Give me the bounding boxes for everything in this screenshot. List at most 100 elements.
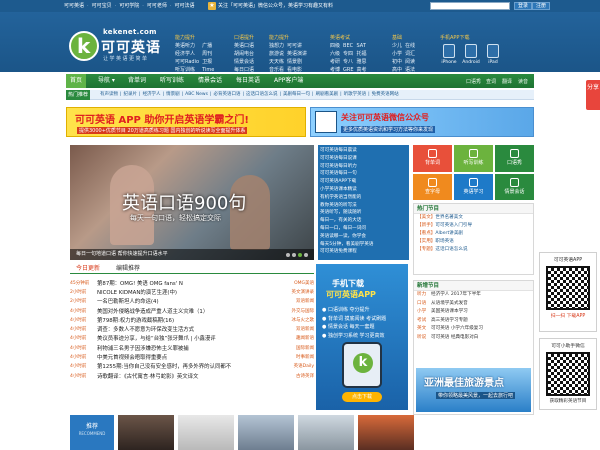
hot-link[interactable]: 有声读物 — [100, 92, 118, 98]
news-row[interactable]: 45分钟前 第87期：OMG! 美语 OMG fans' N OMG美语 — [70, 278, 314, 287]
recommend-thumb[interactable] — [238, 415, 294, 450]
news-category[interactable]: 冰与火之歌 — [276, 317, 315, 323]
android-download[interactable]: Android — [462, 44, 480, 65]
new-item[interactable]: 英文 可可英语 小学六年级复习 — [414, 325, 533, 334]
hot-link[interactable]: 经济学人 — [143, 92, 161, 98]
news-title[interactable]: NICOLE KIDMAN的演艺生涯(中) — [97, 288, 276, 296]
list-item[interactable]: 英语听写，随读随听 — [320, 209, 407, 217]
new-item[interactable]: 考试 高三英语学习专题 — [414, 317, 533, 326]
nav-link[interactable]: 六级 — [330, 50, 340, 58]
news-row[interactable]: 4小时前 中美元首视频会晤取得重要点 时事新闻 — [70, 352, 314, 361]
list-item[interactable]: 可可英语APP下载 — [320, 178, 407, 186]
nav-link[interactable]: 情景会话 — [234, 58, 254, 66]
top-search-input[interactable] — [430, 2, 510, 10]
nav-link[interactable]: Time — [202, 66, 214, 74]
tile-letters[interactable]: 查字母 — [413, 173, 452, 200]
news-category[interactable]: 外交与国际 — [276, 308, 315, 314]
recommend-thumb[interactable] — [118, 415, 174, 450]
tab-editor-pick[interactable]: 编辑推荐 — [116, 264, 140, 274]
list-item[interactable]: 可可英语每日听力 — [320, 163, 407, 171]
hot-item[interactable]: 【美文】世界名著美文 — [414, 214, 533, 222]
list-item[interactable]: 可可英语每日晨读 — [320, 147, 407, 155]
nav-link[interactable]: SAT — [357, 42, 367, 50]
hot-item[interactable]: 【专题】这话口语怎么说 — [414, 246, 533, 254]
nav-link[interactable]: 广播 — [202, 42, 214, 50]
nav-link[interactable]: 少儿 — [392, 42, 402, 50]
news-category[interactable]: 英文演讲录 — [276, 289, 315, 295]
wechat-promo-banner[interactable]: 关注可可英语微信公众号 更多优质英语资讯和学习方法等你来发现 — [310, 107, 534, 137]
new-item[interactable]: 小学 美国英语课本学习 — [414, 308, 533, 317]
nav-link[interactable]: 经济学人 — [175, 50, 199, 58]
top-link-baby[interactable]: 可可宝贝 — [92, 2, 112, 10]
list-item[interactable]: 可可英语每日一句 — [320, 170, 407, 178]
nav-link[interactable]: 词汇 — [405, 50, 415, 58]
news-row[interactable]: 4小时前 美国对外侵略战争造成严重人道主义灾难（1） 外交与国际 — [70, 306, 314, 315]
list-item[interactable]: 每日一，有关的大话 — [320, 217, 407, 225]
news-title[interactable]: 第1255期:当你自己没有安全感时，再多外界的认同都不 — [97, 362, 276, 370]
nav-link[interactable]: 可可讲 — [287, 42, 307, 50]
news-title[interactable]: 第798期:权力的游戏截稿期(16) — [97, 316, 276, 324]
tile-dialogue[interactable]: 情景会话 — [495, 173, 534, 200]
news-row[interactable]: 4小时前 第798期:权力的游戏截稿期(16) 冰与火之歌 — [70, 315, 314, 324]
slider-dot-active[interactable] — [298, 253, 302, 257]
nav-link[interactable]: 看电影 — [287, 66, 307, 74]
nav-link[interactable]: 雅思 — [357, 58, 367, 66]
recommend-thumb[interactable] — [298, 415, 354, 450]
news-category[interactable]: 古诗英译 — [276, 373, 314, 379]
nav-link[interactable]: 可可Radio — [175, 58, 199, 66]
nav-link[interactable]: 卫报 — [202, 58, 214, 66]
nav-link[interactable]: 音乐看 — [269, 66, 284, 74]
news-category[interactable]: 时事新闻 — [276, 354, 314, 360]
travel-ad-banner[interactable]: 亚洲最佳旅游景点 带你领略最美风景，一起去旅行吧 — [416, 368, 531, 412]
hot-link[interactable]: 必背英语口语 — [213, 92, 240, 98]
nav-link[interactable]: 托福 — [357, 50, 367, 58]
nav-link[interactable]: 英语口语 — [234, 42, 254, 50]
nav-link[interactable]: 初中 — [392, 58, 402, 66]
nav-right-pronounce[interactable]: 读音 — [518, 78, 528, 85]
nav-dictation[interactable]: 听写训练 — [160, 74, 184, 88]
list-item[interactable]: 每天5分钟，看美剧学英语 — [320, 241, 407, 249]
news-title[interactable]: 美议员事迹分享，与给“台独”张牙舞爪 | 小鑫漫评 — [97, 334, 276, 342]
news-row[interactable]: 4小时前 调查：多数人不愿意为环保改变生活方式 双语新闻 — [70, 324, 314, 333]
nav-link[interactable]: 英语听力 — [175, 42, 199, 50]
news-row[interactable]: 4小时前 利物浦三名男子因涉嫌恐怖主义罪被捕 国际新闻 — [70, 343, 314, 352]
news-category[interactable]: 双语新闻 — [276, 326, 314, 332]
nav-link[interactable]: 在线 — [405, 42, 415, 50]
register-button[interactable]: 注册 — [532, 2, 551, 10]
slider-dot[interactable] — [286, 253, 290, 257]
top-link-academy[interactable]: 可可学院 — [119, 2, 139, 10]
qr-caption[interactable]: 扫一扫 下载APP — [540, 312, 596, 319]
list-item[interactable]: 每日一口，每日一词问 — [320, 225, 407, 233]
news-title[interactable]: 一名巴勒斯坦人的命运(4) — [97, 297, 276, 305]
news-category[interactable]: 英语Daily — [276, 363, 314, 369]
recommend-thumb[interactable] — [358, 415, 414, 450]
login-button[interactable]: 登录 — [514, 2, 533, 10]
list-item[interactable]: 可可英语每日说课 — [320, 155, 407, 163]
hot-link[interactable]: 美剧每日一句 — [283, 92, 310, 98]
iphone-download[interactable]: iPhone — [440, 44, 458, 65]
ipad-download[interactable]: iPad — [484, 44, 502, 65]
news-row[interactable]: 4小时前 第1255期:当你自己没有安全感时，再多外界的认同都不 英语Daily — [70, 362, 314, 371]
slider-caption[interactable]: 每日一句地道口语 帮你快速提升口语水平 — [70, 249, 314, 260]
nav-link[interactable]: 专八 — [343, 58, 354, 66]
nav-link[interactable]: 考研 — [330, 58, 340, 66]
nav-guide[interactable]: 导航 ▾ — [98, 74, 115, 88]
tile-vocab[interactable]: 背单词 — [413, 145, 452, 172]
news-category[interactable]: 国际新闻 — [276, 345, 314, 351]
hot-link[interactable]: 这话口语怎么说 — [246, 92, 278, 98]
app-promo-banner[interactable]: 可可英语 APP 助你开启英语学霸之门! 提供3000+优质节目 20万道高质练… — [66, 107, 306, 137]
site-logo[interactable]: kekenet.com k 可可英语 让学英语更简单 — [69, 25, 162, 69]
nav-link[interactable]: 周刊 — [202, 50, 214, 58]
wechat-promo-text[interactable]: 关注「可可英语」微信公众号，英语学习有趣又有料 — [218, 2, 333, 10]
nav-link[interactable]: 专四 — [343, 50, 354, 58]
nav-link[interactable]: 高考 — [357, 66, 367, 74]
nav-daily[interactable]: 每日英语 — [236, 74, 260, 88]
tile-study[interactable]: 英语学习 — [454, 173, 493, 200]
hot-link[interactable]: 免费英语网站 — [372, 92, 399, 98]
news-row[interactable]: 2小时前 NICOLE KIDMAN的演艺生涯(中) 英文演讲录 — [70, 287, 314, 296]
hero-slider[interactable]: 英语口语900句 每天一句口语，轻松搞定交际 每日一句地道口语 帮你快速提升口语… — [70, 145, 314, 260]
news-category[interactable]: OMG美语 — [276, 280, 314, 286]
news-row[interactable]: 4小时前 美议员事迹分享，与给“台独”张牙舞爪 | 小鑫漫评 趣闻新语 — [70, 334, 314, 343]
news-row[interactable]: 2小时前 一名巴勒斯坦人的命运(4) 双语新闻 — [70, 297, 314, 306]
nav-link[interactable]: BEC — [343, 42, 354, 50]
